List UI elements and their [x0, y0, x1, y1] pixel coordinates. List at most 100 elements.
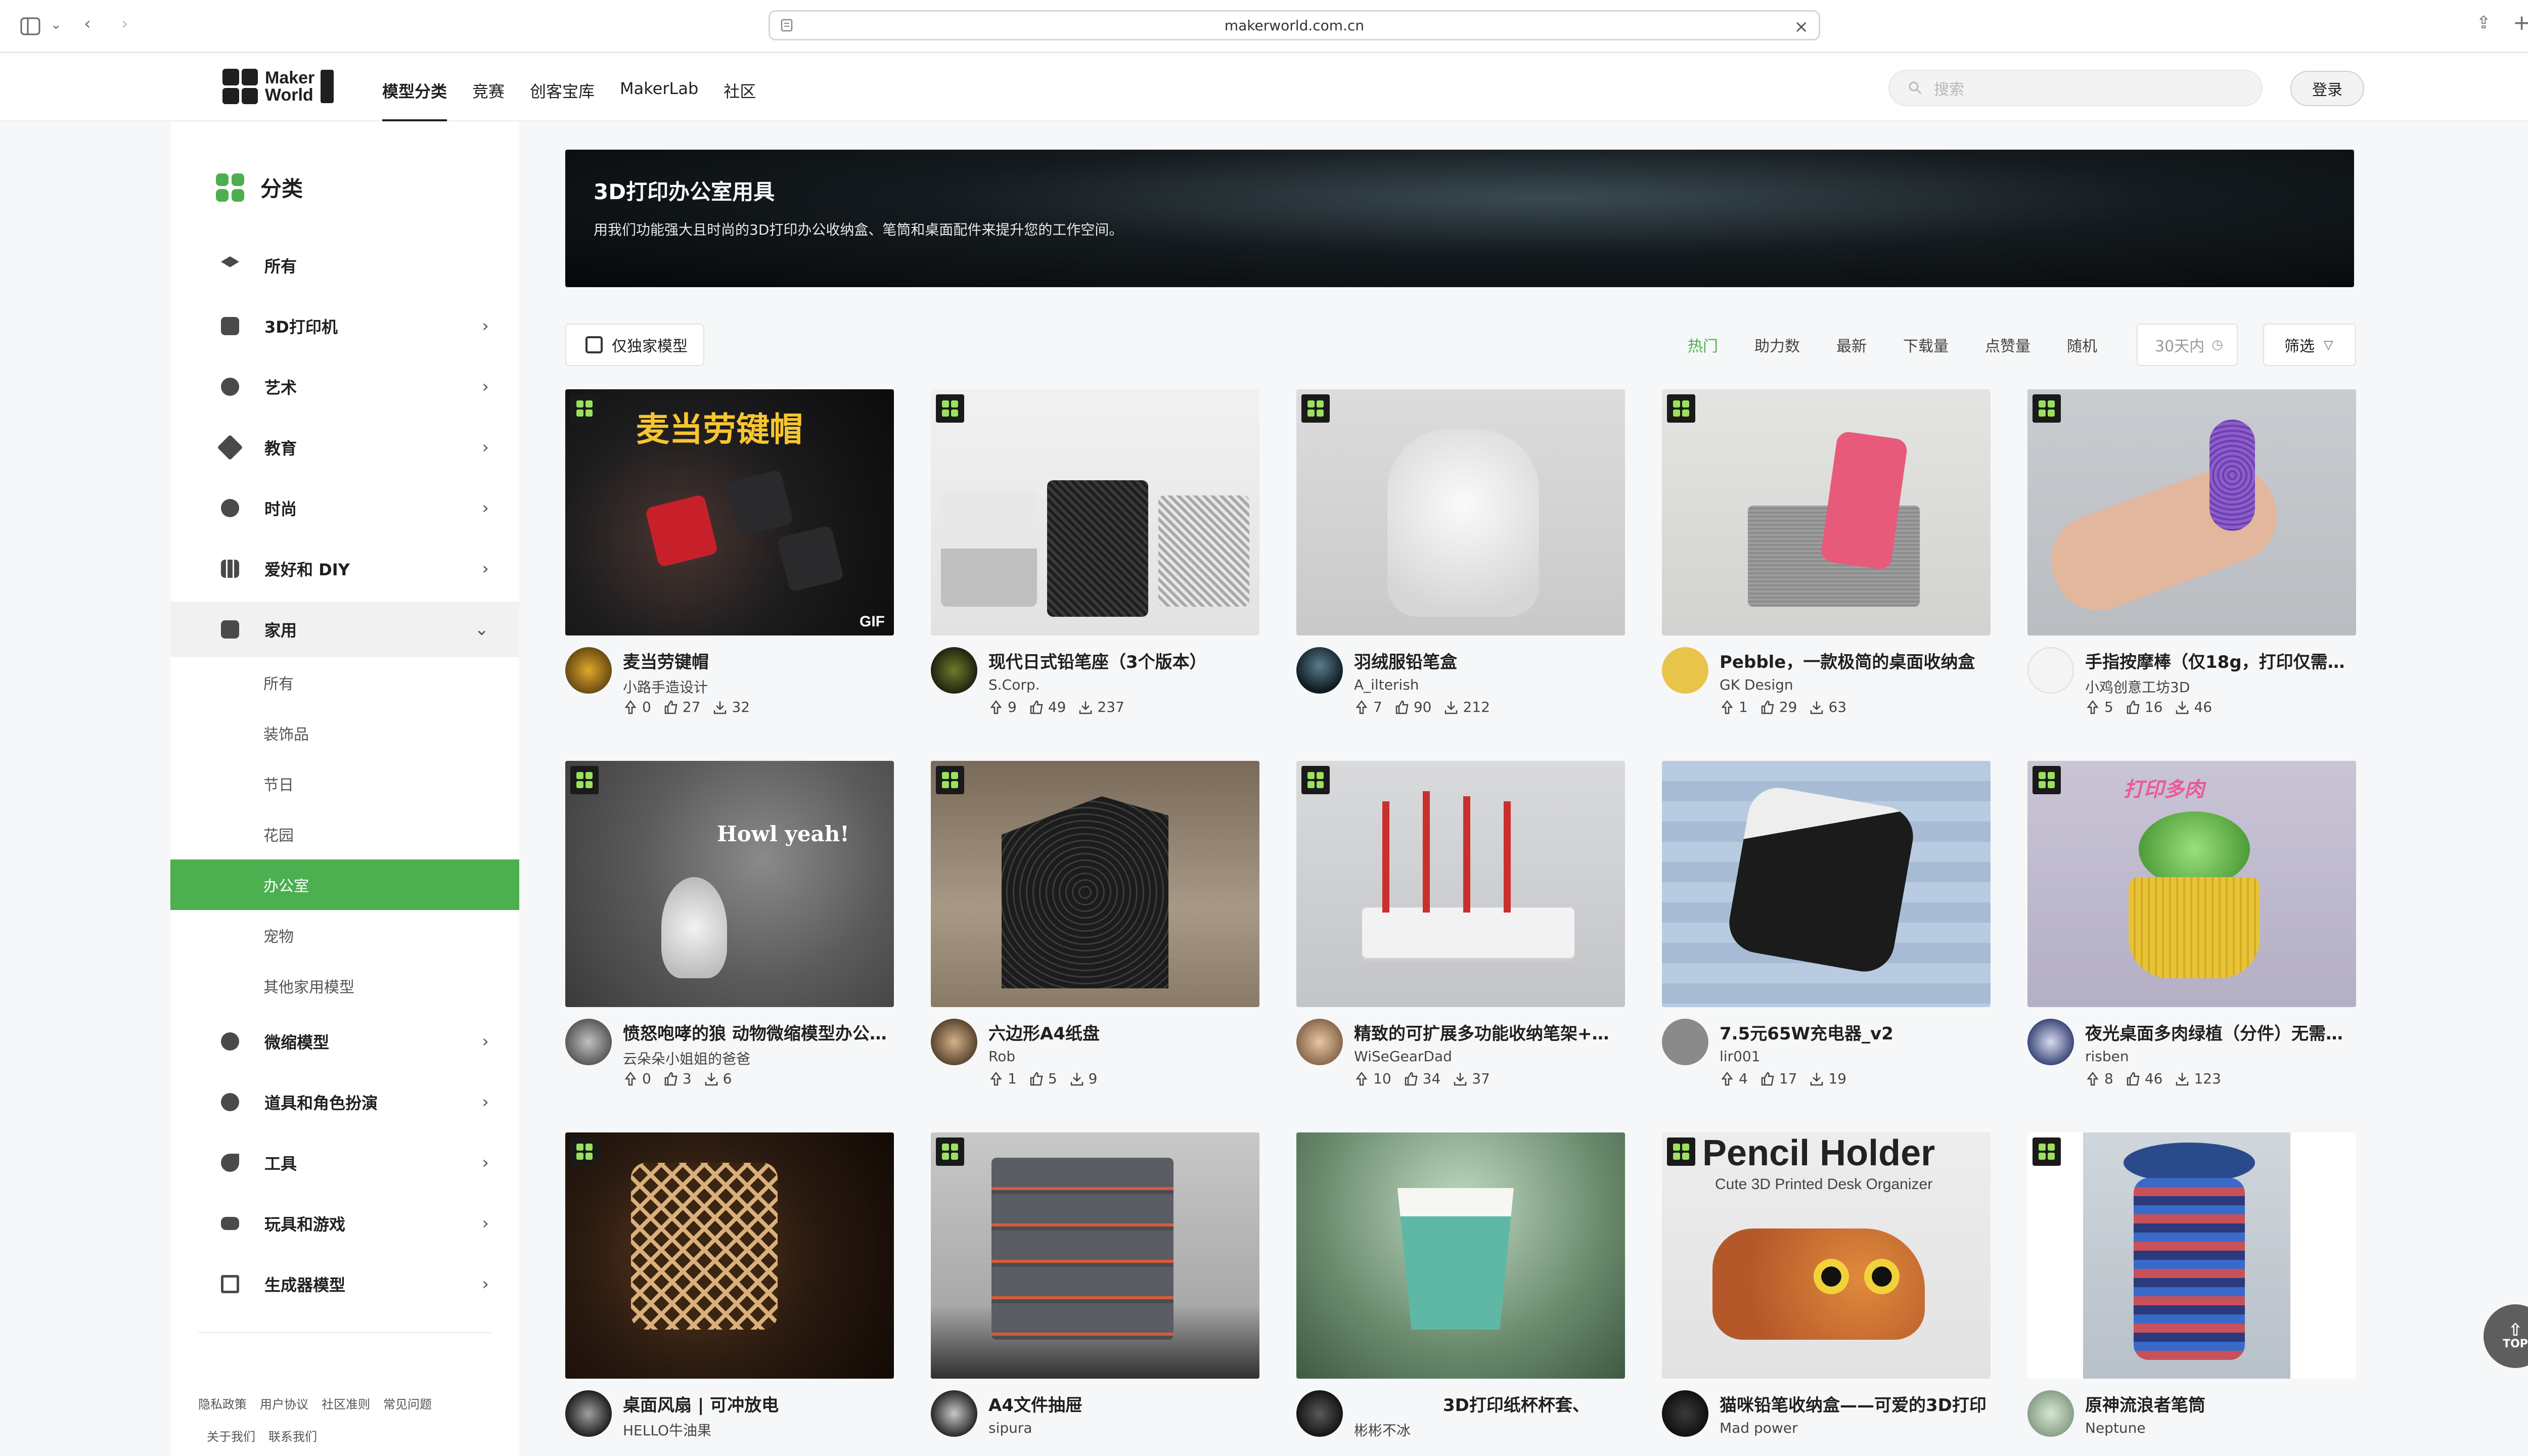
avatar[interactable]: [2027, 647, 2074, 694]
sidebar-item-miniatures[interactable]: 微缩模型 ›: [170, 1014, 519, 1069]
model-card[interactable]: 羽绒服铅笔盒 A_ilterish 7 90 212: [1296, 389, 1625, 753]
model-card[interactable]: Pencil Holder Cute 3D Printed Desk Organ…: [1662, 1132, 1991, 1456]
login-button[interactable]: 登录: [2290, 71, 2364, 106]
model-title[interactable]: 现代日式铅笔座（3个版本）: [988, 648, 1259, 673]
sidebar-item-generator[interactable]: 生成器模型 ›: [170, 1256, 519, 1312]
nav-makerlab[interactable]: MakerLab: [620, 74, 698, 118]
model-card[interactable]: 原神流浪者笔筒 Neptune: [2027, 1132, 2356, 1456]
model-author[interactable]: risben: [2085, 1048, 2129, 1065]
model-author[interactable]: A_ilterish: [1354, 676, 1419, 693]
sidebar-item-hobby-diy[interactable]: 爱好和 DIY ›: [170, 541, 519, 597]
model-card[interactable]: 麦当劳键帽 GIF 麦当劳键帽 小路手造设计 0 27 32: [565, 389, 894, 753]
model-card[interactable]: 3D打印纸杯杯套、 彬彬不冰: [1296, 1132, 1625, 1456]
sidebar-item-household[interactable]: 家用 ⌄: [170, 602, 519, 657]
model-thumbnail[interactable]: [565, 1132, 894, 1379]
model-title[interactable]: 手指按摩棒（仅18g，打印仅需几分钟）: [2085, 648, 2356, 673]
model-author[interactable]: 小路手造设计: [623, 676, 708, 697]
model-title[interactable]: 愤怒咆哮的狼 动物微缩模型办公桌摆件: [623, 1020, 894, 1044]
nav-contests[interactable]: 竞赛: [472, 74, 505, 118]
model-title[interactable]: A4文件抽屉: [988, 1391, 1259, 1416]
model-author[interactable]: 彬彬不冰: [1354, 1420, 1411, 1440]
model-thumbnail[interactable]: [1662, 389, 1991, 635]
model-thumbnail[interactable]: Pencil Holder Cute 3D Printed Desk Organ…: [1662, 1132, 1991, 1379]
model-thumbnail[interactable]: [1662, 761, 1991, 1007]
sub-item-office[interactable]: 办公室: [170, 859, 519, 910]
model-title[interactable]: 夜光桌面多肉绿植（分件）无需支撑: [2085, 1020, 2356, 1044]
avatar[interactable]: [1662, 1390, 1708, 1437]
model-thumbnail[interactable]: 打印多肉: [2027, 761, 2356, 1007]
model-thumbnail[interactable]: [931, 761, 1259, 1007]
sidebar-item-all[interactable]: 所有: [170, 238, 519, 293]
sub-item-garden[interactable]: 花园: [170, 809, 519, 859]
model-title[interactable]: 桌面风扇 | 可冲放电: [623, 1391, 894, 1416]
sidebar-item-tools[interactable]: 工具 ›: [170, 1135, 519, 1191]
model-title[interactable]: 羽绒服铅笔盒: [1354, 648, 1625, 673]
chevron-down-icon[interactable]: ⌄: [51, 18, 62, 31]
back-icon[interactable]: ‹: [84, 15, 91, 32]
nav-maker-treasury[interactable]: 创客宝库: [530, 74, 595, 118]
sidebar-item-fashion[interactable]: 时尚 ›: [170, 480, 519, 536]
model-title[interactable]: 原神流浪者笔筒: [2085, 1391, 2356, 1416]
model-thumbnail[interactable]: [1296, 1132, 1625, 1379]
filter-button[interactable]: 筛选 ▽: [2263, 324, 2356, 366]
avatar[interactable]: [1296, 1390, 1343, 1437]
model-title[interactable]: 六边形A4纸盘: [988, 1020, 1259, 1044]
footer-link-guidelines[interactable]: 社区准则: [322, 1394, 370, 1412]
model-author[interactable]: lir001: [1720, 1048, 1760, 1065]
nav-community[interactable]: 社区: [724, 74, 756, 118]
avatar[interactable]: [2027, 1019, 2074, 1065]
sidebar-item-toys-games[interactable]: 玩具和游戏 ›: [170, 1196, 519, 1251]
nav-model-categories[interactable]: 模型分类: [382, 74, 447, 122]
forward-icon[interactable]: ›: [121, 15, 128, 32]
model-card[interactable]: 手指按摩棒（仅18g，打印仅需几分钟） 小鸡创意工坊3D 5 16 46: [2027, 389, 2356, 753]
avatar[interactable]: [565, 1390, 612, 1437]
footer-link-contact[interactable]: 联系我们: [268, 1427, 317, 1444]
model-title[interactable]: 猫咪铅笔收纳盒——可爱的3D打印: [1720, 1391, 1991, 1416]
sidebar-toggle-icon[interactable]: [20, 17, 40, 38]
model-thumbnail[interactable]: [1296, 389, 1625, 635]
model-title[interactable]: Pebble，一款极简的桌面收纳盒: [1720, 648, 1991, 673]
sidebar-item-education[interactable]: 教育 ›: [170, 420, 519, 475]
model-thumbnail[interactable]: [1296, 761, 1625, 1007]
sub-item-holiday[interactable]: 节日: [170, 758, 519, 809]
sub-item-pets[interactable]: 宠物: [170, 910, 519, 961]
model-card[interactable]: 六边形A4纸盘 Rob 1 5 9: [931, 761, 1259, 1125]
avatar[interactable]: [565, 647, 612, 694]
model-author[interactable]: 小鸡创意工坊3D: [2085, 676, 2190, 697]
sort-newest[interactable]: 最新: [1836, 334, 1867, 356]
model-title[interactable]: 精致的可扩展多功能收纳笔架+模块: [1354, 1020, 1625, 1044]
model-card[interactable]: A4文件抽屉 sipura: [931, 1132, 1259, 1456]
sub-item-other-household[interactable]: 其他家用模型: [170, 961, 519, 1011]
time-range-select[interactable]: 30天内 ◷: [2137, 324, 2238, 366]
avatar[interactable]: [931, 647, 977, 694]
model-author[interactable]: Mad power: [1720, 1420, 1798, 1436]
model-card[interactable]: 打印多肉 夜光桌面多肉绿植（分件）无需支撑 risben 8 46 123: [2027, 761, 2356, 1125]
model-author[interactable]: 云朵朵小姐姐的爸爸: [623, 1048, 750, 1068]
url-bar[interactable]: makerworld.com.cn ×: [769, 10, 1820, 40]
model-author[interactable]: Rob: [988, 1048, 1015, 1065]
model-author[interactable]: sipura: [988, 1420, 1032, 1436]
model-author[interactable]: WiSeGearDad: [1354, 1048, 1452, 1065]
back-to-top-button[interactable]: ⇧ TOP: [2484, 1304, 2528, 1368]
sidebar-item-art[interactable]: 艺术 ›: [170, 359, 519, 415]
model-card[interactable]: Howl yeah! 愤怒咆哮的狼 动物微缩模型办公桌摆件 云朵朵小姐姐的爸爸 …: [565, 761, 894, 1125]
model-thumbnail[interactable]: [2027, 1132, 2356, 1379]
sidebar-item-3d-printer[interactable]: 3D打印机 ›: [170, 298, 519, 354]
avatar[interactable]: [1662, 647, 1708, 694]
footer-link-privacy[interactable]: 隐私政策: [198, 1394, 247, 1412]
avatar[interactable]: [931, 1019, 977, 1065]
sidebar-item-cosplay[interactable]: 道具和角色扮演 ›: [170, 1074, 519, 1130]
sub-item-decor[interactable]: 装饰品: [170, 708, 519, 758]
model-author[interactable]: S.Corp.: [988, 676, 1040, 693]
avatar[interactable]: [1662, 1019, 1708, 1065]
clear-url-icon[interactable]: ×: [1794, 17, 1809, 37]
avatar[interactable]: [1296, 647, 1343, 694]
sort-likes[interactable]: 点赞量: [1985, 334, 2030, 356]
sort-boosts[interactable]: 助力数: [1754, 334, 1800, 356]
model-thumbnail[interactable]: 麦当劳键帽 GIF: [565, 389, 894, 635]
sort-random[interactable]: 随机: [2067, 334, 2097, 356]
exclusive-models-toggle[interactable]: 仅独家模型: [565, 324, 704, 366]
model-title[interactable]: 麦当劳键帽: [623, 648, 894, 673]
makerworld-logo[interactable]: Maker World: [222, 69, 334, 104]
search-input[interactable]: 搜索: [1888, 70, 2263, 106]
